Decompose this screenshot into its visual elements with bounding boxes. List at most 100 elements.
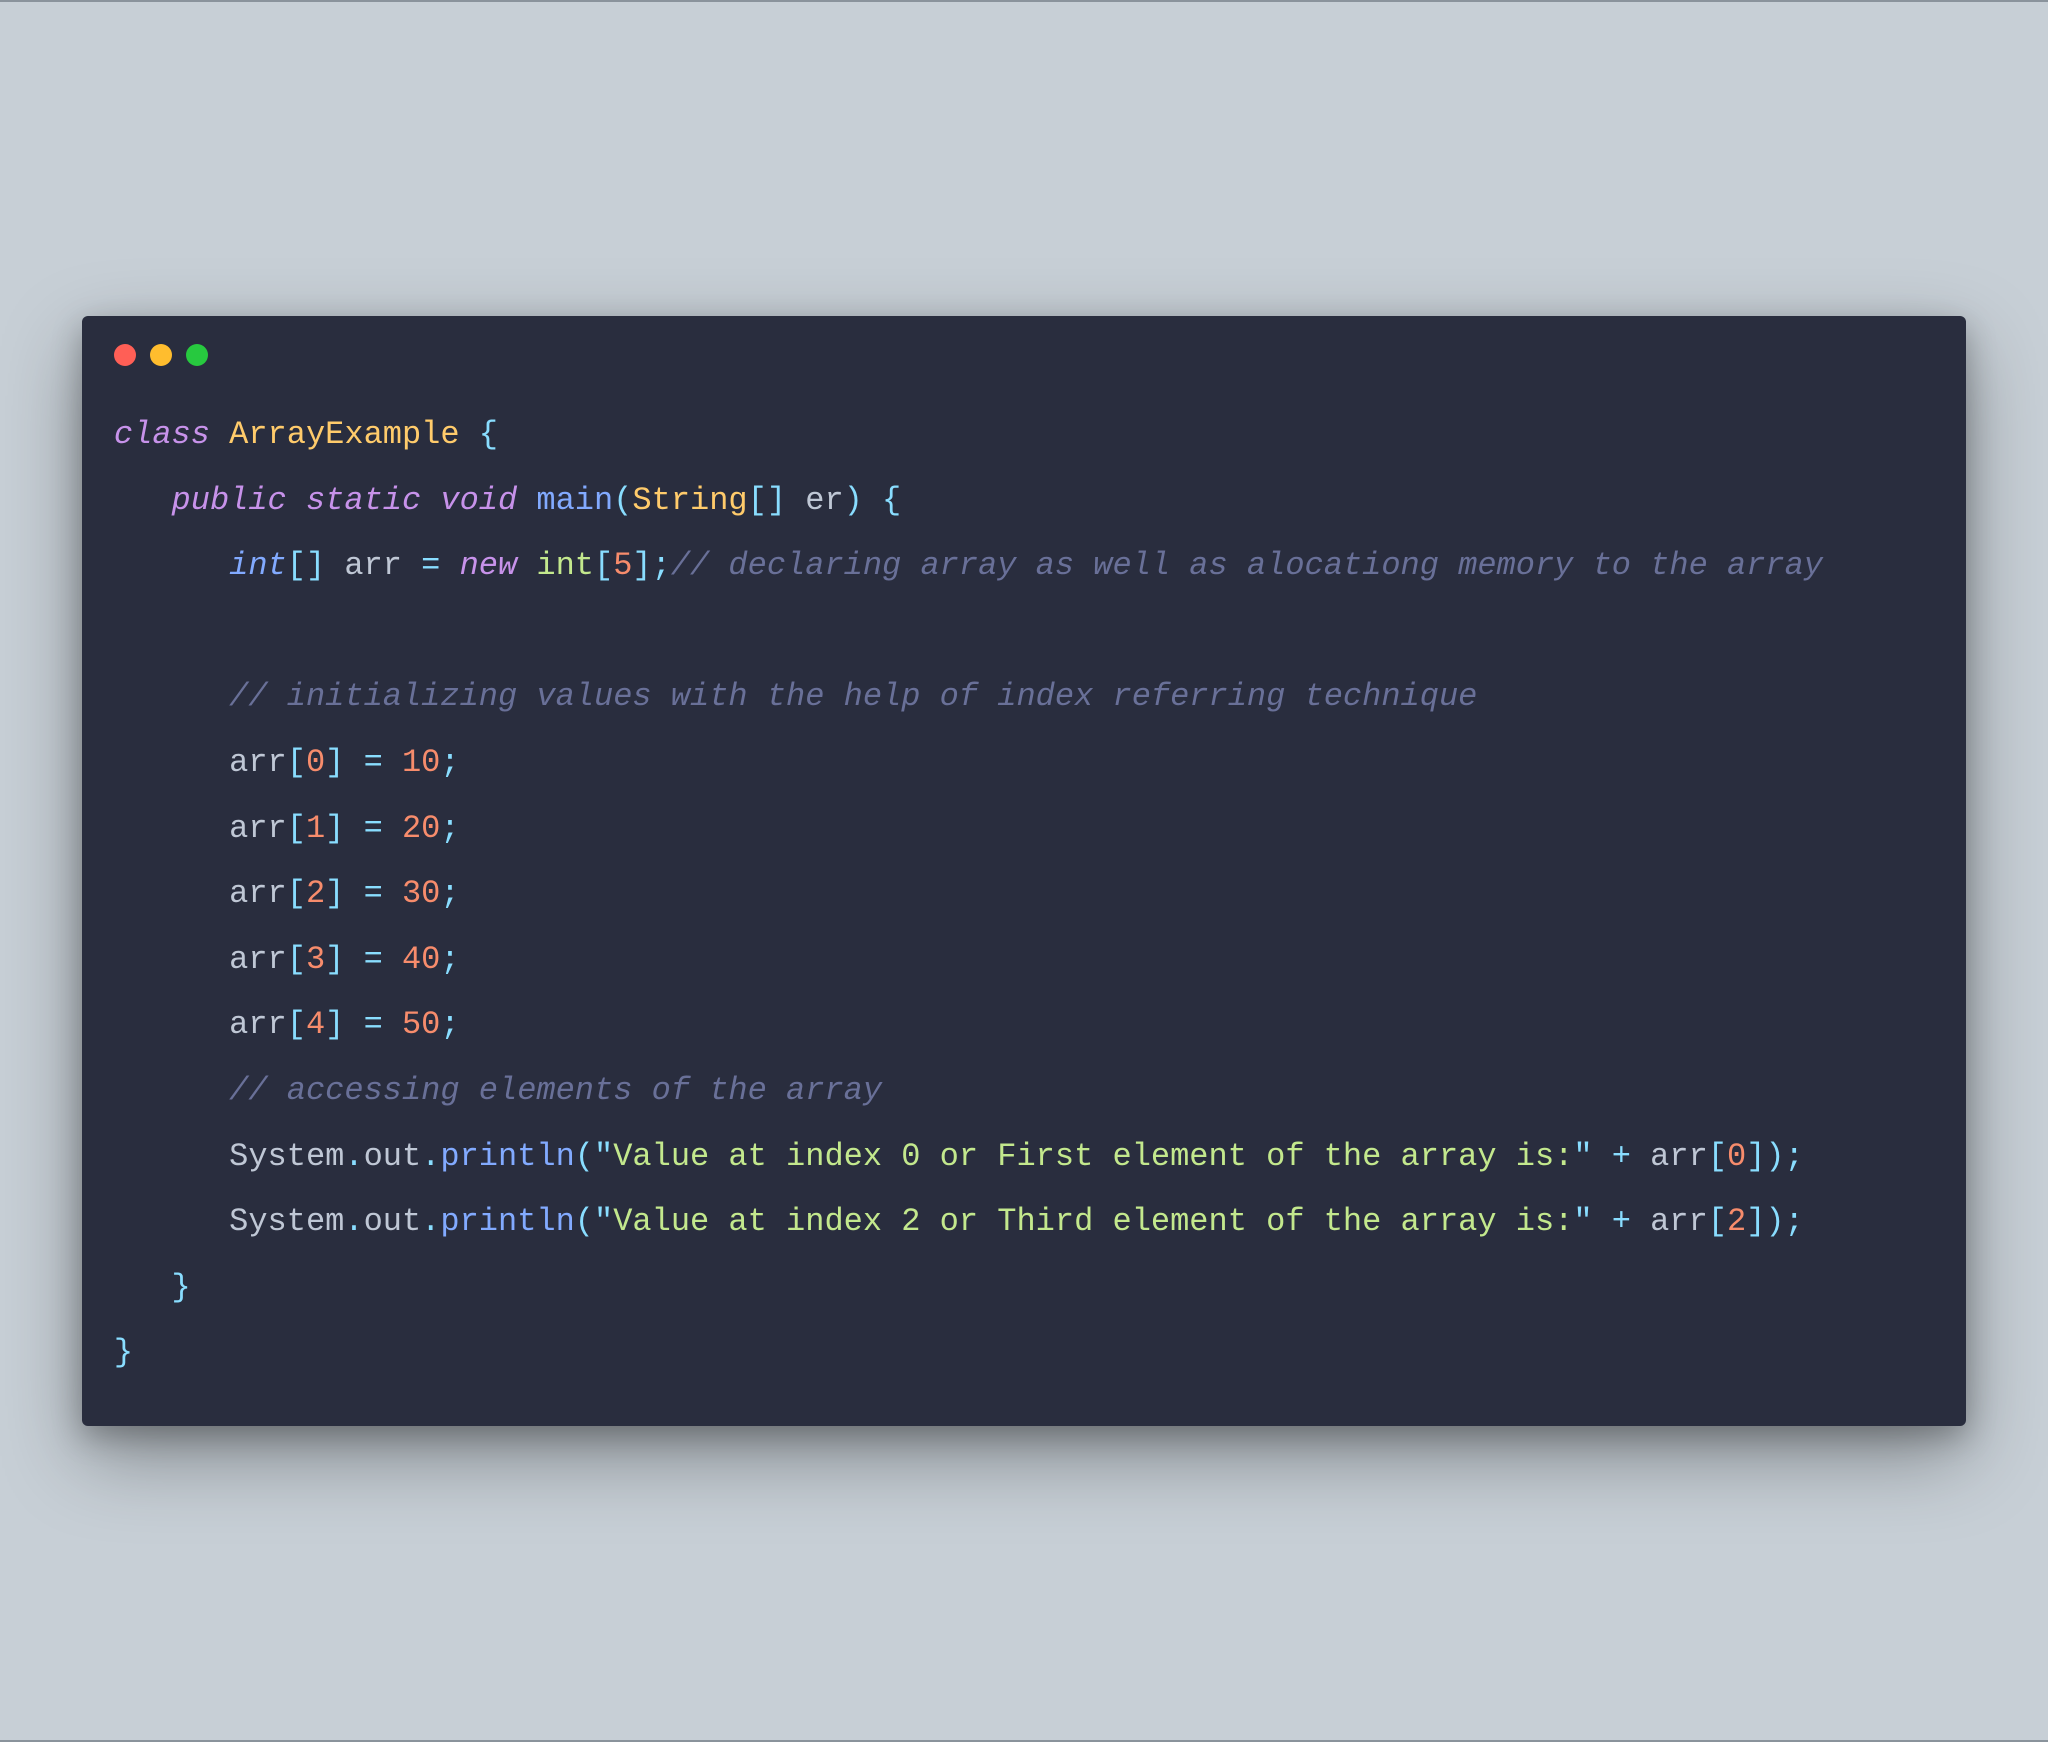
ident-system: System [229,1138,344,1175]
idx-print-2: 2 [1727,1203,1746,1240]
class-name: ArrayExample [229,416,459,453]
comment-access: // accessing elements of the array [229,1072,882,1109]
idx-3: 3 [306,941,325,978]
bracket-open: [ [1708,1203,1727,1240]
idx-4: 4 [306,1006,325,1043]
ident-arr: arr [344,547,402,584]
op-equals: = [364,875,383,912]
bracket-open: [ [287,1006,306,1043]
brace-close: } [114,1334,133,1371]
op-equals: = [364,1006,383,1043]
comment-declare: // declaring array as well as alocationg… [671,547,1823,584]
maximize-icon[interactable] [186,344,208,366]
type-int-ctor: int [536,547,594,584]
bracket-close: ] [325,810,344,847]
quote: " [1573,1138,1592,1175]
string-msg1: Value at index 0 or First element of the… [613,1138,1573,1175]
ident-arr: arr [229,810,287,847]
bracket-close: ] [325,941,344,978]
bracket-close: ] [325,875,344,912]
semicolon: ; [652,547,671,584]
num-size: 5 [613,547,632,584]
keyword-static: static [306,482,421,519]
code-block: class ArrayExample { public static void … [114,402,1934,1386]
idx-1: 1 [306,810,325,847]
op-plus: + [1612,1138,1631,1175]
dot: . [344,1203,363,1240]
paren-close: ) [1765,1138,1784,1175]
brace-close: } [172,1269,191,1306]
bracket-open: [ [287,875,306,912]
brackets: [] [287,547,325,584]
idx-print-0: 0 [1727,1138,1746,1175]
dot: . [421,1203,440,1240]
bracket-close: ] [632,547,651,584]
brace-open: { [479,416,498,453]
dot: . [344,1138,363,1175]
keyword-public: public [172,482,287,519]
bracket-open: [ [287,810,306,847]
op-equals: = [364,810,383,847]
quote: " [1573,1203,1592,1240]
semicolon: ; [1785,1203,1804,1240]
bracket-close: ] [325,744,344,781]
dot: . [421,1138,440,1175]
idx-2: 2 [306,875,325,912]
fn-println: println [440,1203,574,1240]
val-50: 50 [402,1006,440,1043]
semicolon: ; [440,875,459,912]
bracket-close: ] [1746,1203,1765,1240]
paren-close: ) [1765,1203,1784,1240]
op-equals: = [421,547,440,584]
bracket-open: [ [287,744,306,781]
quote: " [594,1138,613,1175]
ident-arr: arr [229,744,287,781]
ident-arr: arr [1650,1138,1708,1175]
semicolon: ; [440,810,459,847]
fn-println: println [440,1138,574,1175]
fn-main: main [536,482,613,519]
val-10: 10 [402,744,440,781]
string-msg2: Value at index 2 or Third element of the… [613,1203,1573,1240]
ident-out: out [364,1138,422,1175]
param-er: er [805,482,843,519]
type-int: int [229,547,287,584]
keyword-class: class [114,416,210,453]
semicolon: ; [440,941,459,978]
ident-out: out [364,1203,422,1240]
ident-arr: arr [1650,1203,1708,1240]
window-controls [114,344,1934,366]
ident-system: System [229,1203,344,1240]
brackets: [] [748,482,786,519]
paren-open: ( [575,1138,594,1175]
ident-arr: arr [229,1006,287,1043]
close-icon[interactable] [114,344,136,366]
op-equals: = [364,744,383,781]
semicolon: ; [1785,1138,1804,1175]
paren-close: ) [844,482,863,519]
minimize-icon[interactable] [150,344,172,366]
idx-0: 0 [306,744,325,781]
val-30: 30 [402,875,440,912]
paren-open: ( [613,482,632,519]
op-plus: + [1612,1203,1631,1240]
bracket-open: [ [594,547,613,584]
paren-open: ( [575,1203,594,1240]
type-string: String [632,482,747,519]
op-equals: = [364,941,383,978]
bracket-close: ] [1746,1138,1765,1175]
quote: " [594,1203,613,1240]
semicolon: ; [440,744,459,781]
brace-open: { [882,482,901,519]
bracket-open: [ [287,941,306,978]
semicolon: ; [440,1006,459,1043]
keyword-new: new [460,547,518,584]
ident-arr: arr [229,941,287,978]
val-20: 20 [402,810,440,847]
val-40: 40 [402,941,440,978]
bracket-open: [ [1708,1138,1727,1175]
bracket-close: ] [325,1006,344,1043]
code-window: class ArrayExample { public static void … [82,316,1966,1426]
keyword-void: void [440,482,517,519]
ident-arr: arr [229,875,287,912]
